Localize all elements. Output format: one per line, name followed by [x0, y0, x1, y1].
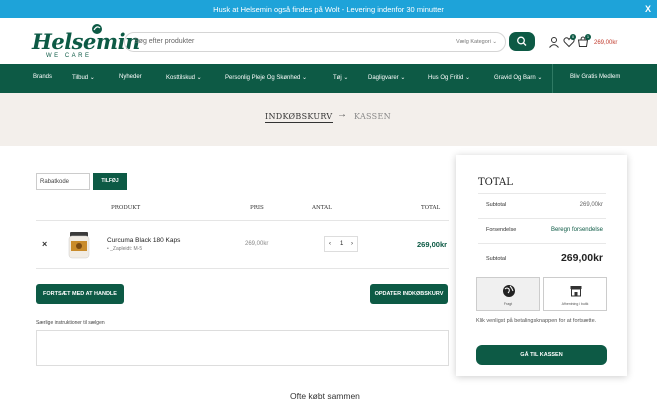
quantity-stepper[interactable]: ‹ 1 › — [324, 236, 358, 252]
col-header-product: PRODUKT — [111, 205, 141, 211]
user-icon[interactable] — [548, 36, 560, 48]
update-cart-button[interactable]: OPDATER INDKØBSKURV — [370, 284, 448, 304]
order-notes-field[interactable] — [36, 330, 449, 366]
continue-shopping-button[interactable]: FORTSÆT MED AT HANDLE — [36, 284, 124, 304]
search-bar[interactable]: Søg efter produkter Vælg Kategori ⌄ — [124, 32, 506, 52]
cart-amount[interactable]: 269,00kr — [594, 40, 617, 46]
totals-divider — [478, 193, 606, 194]
nav-item-hus-og-fritid[interactable]: Hus Og Fritid ⌄ — [428, 74, 470, 81]
apply-coupon-button[interactable]: TILFØJ — [93, 173, 127, 190]
table-divider — [36, 220, 449, 221]
delivery-option-label: Afhentning i butik — [561, 302, 589, 306]
product-name[interactable]: Curcuma Black 180 Kaps — [107, 237, 180, 244]
nav-item-gravid-og-barn[interactable]: Gravid Og Barn ⌄ — [494, 74, 542, 81]
cart-totals-panel: TOTAL Subtotal 269,00kr Forsendelse Bere… — [456, 155, 627, 376]
cart-badge: 1 — [585, 34, 591, 40]
wishlist-badge: 0 — [570, 34, 576, 40]
delivery-option-shipping[interactable]: Fragt — [476, 277, 540, 311]
line-total: 269,00kr — [417, 240, 448, 249]
nav-item-personlig-pleje[interactable]: Personlig Pleje Og Skønhed ⌄ — [225, 74, 307, 81]
total-label: Subtotal — [486, 256, 507, 262]
subtotal-label: Subtotal — [486, 202, 507, 208]
nav-item-tilbud[interactable]: Tilbud ⌄ — [72, 74, 95, 81]
checkout-steps: INDKØBSKURV → KASSEN — [0, 93, 657, 146]
delivery-option-pickup[interactable]: Afhentning i butik — [543, 277, 607, 311]
nav-item-brands[interactable]: Brands — [33, 74, 52, 80]
step-cart[interactable]: INDKØBSKURV — [265, 112, 333, 123]
announcement-bar: Husk at Helsemin også findes på Wolt - L… — [0, 0, 657, 18]
table-divider — [36, 268, 449, 269]
leaf-icon — [92, 24, 102, 34]
product-price: 269,00kr — [245, 241, 269, 247]
search-button[interactable] — [509, 32, 535, 51]
qty-decrease-button[interactable]: ‹ — [329, 241, 331, 247]
site-header: Helsemin WE CARE Søg efter produkter Væl… — [0, 18, 657, 64]
search-input[interactable]: Søg efter produkter — [134, 38, 194, 45]
col-header-price: PRIS — [250, 205, 264, 211]
subtotal-value: 269,00kr — [579, 202, 603, 208]
nav-item-kosttilskud[interactable]: Kosttilskud ⌄ — [166, 74, 202, 81]
category-select-label: Vælg Kategori — [456, 39, 491, 45]
totals-title: TOTAL — [478, 177, 513, 188]
nav-divider — [552, 64, 553, 93]
notes-label: Særlige instruktioner til sælgen — [36, 320, 105, 326]
search-icon — [517, 36, 527, 46]
announcement-text: Husk at Helsemin også findes på Wolt - L… — [213, 4, 444, 14]
nav-item-toj[interactable]: Tøj ⌄ — [333, 74, 348, 81]
arrow-right-icon: → — [337, 109, 347, 120]
product-variant: • _Zapleidt: M-5 — [107, 246, 143, 252]
product-image[interactable] — [66, 228, 92, 260]
nav-item-nyheder[interactable]: Nyheder — [119, 74, 142, 80]
calculate-shipping-link[interactable]: Beregn forsendelse — [551, 227, 603, 233]
category-select[interactable]: Vælg Kategori ⌄ — [456, 39, 497, 45]
globe-icon — [503, 285, 515, 297]
main-nav: Brands Tilbud ⌄ Nyheder Kosttilskud ⌄ Pe… — [0, 64, 657, 93]
remove-item-icon[interactable]: × — [42, 239, 47, 249]
checkout-button[interactable]: GÅ TIL KASSEN — [476, 345, 607, 365]
totals-divider — [478, 243, 606, 244]
often-bought-heading: Ofte købt sammen — [290, 391, 360, 401]
total-value: 269,00kr — [560, 252, 603, 264]
col-header-qty: ANTAL — [312, 205, 332, 211]
qty-increase-button[interactable]: › — [351, 241, 353, 247]
nav-item-dagligvarer[interactable]: Dagligvarer ⌄ — [368, 74, 405, 81]
col-header-total: TOTAL — [421, 205, 441, 211]
shipping-label: Forsendelse — [486, 227, 517, 233]
totals-divider — [478, 218, 606, 219]
nav-item-member[interactable]: Bliv Gratis Medlem — [570, 74, 620, 80]
step-checkout[interactable]: KASSEN — [354, 112, 391, 121]
close-icon[interactable]: X — [645, 4, 651, 14]
logo[interactable]: Helsemin WE CARE — [32, 23, 140, 61]
logo-tagline: WE CARE — [46, 53, 92, 59]
qty-value[interactable]: 1 — [340, 241, 343, 247]
coupon-input[interactable]: Rabatkode — [36, 173, 90, 190]
delivery-option-label: Fragt — [503, 302, 513, 306]
payment-note: Klik venligst på betalingsknappen for at… — [476, 318, 597, 324]
store-icon — [570, 286, 582, 297]
